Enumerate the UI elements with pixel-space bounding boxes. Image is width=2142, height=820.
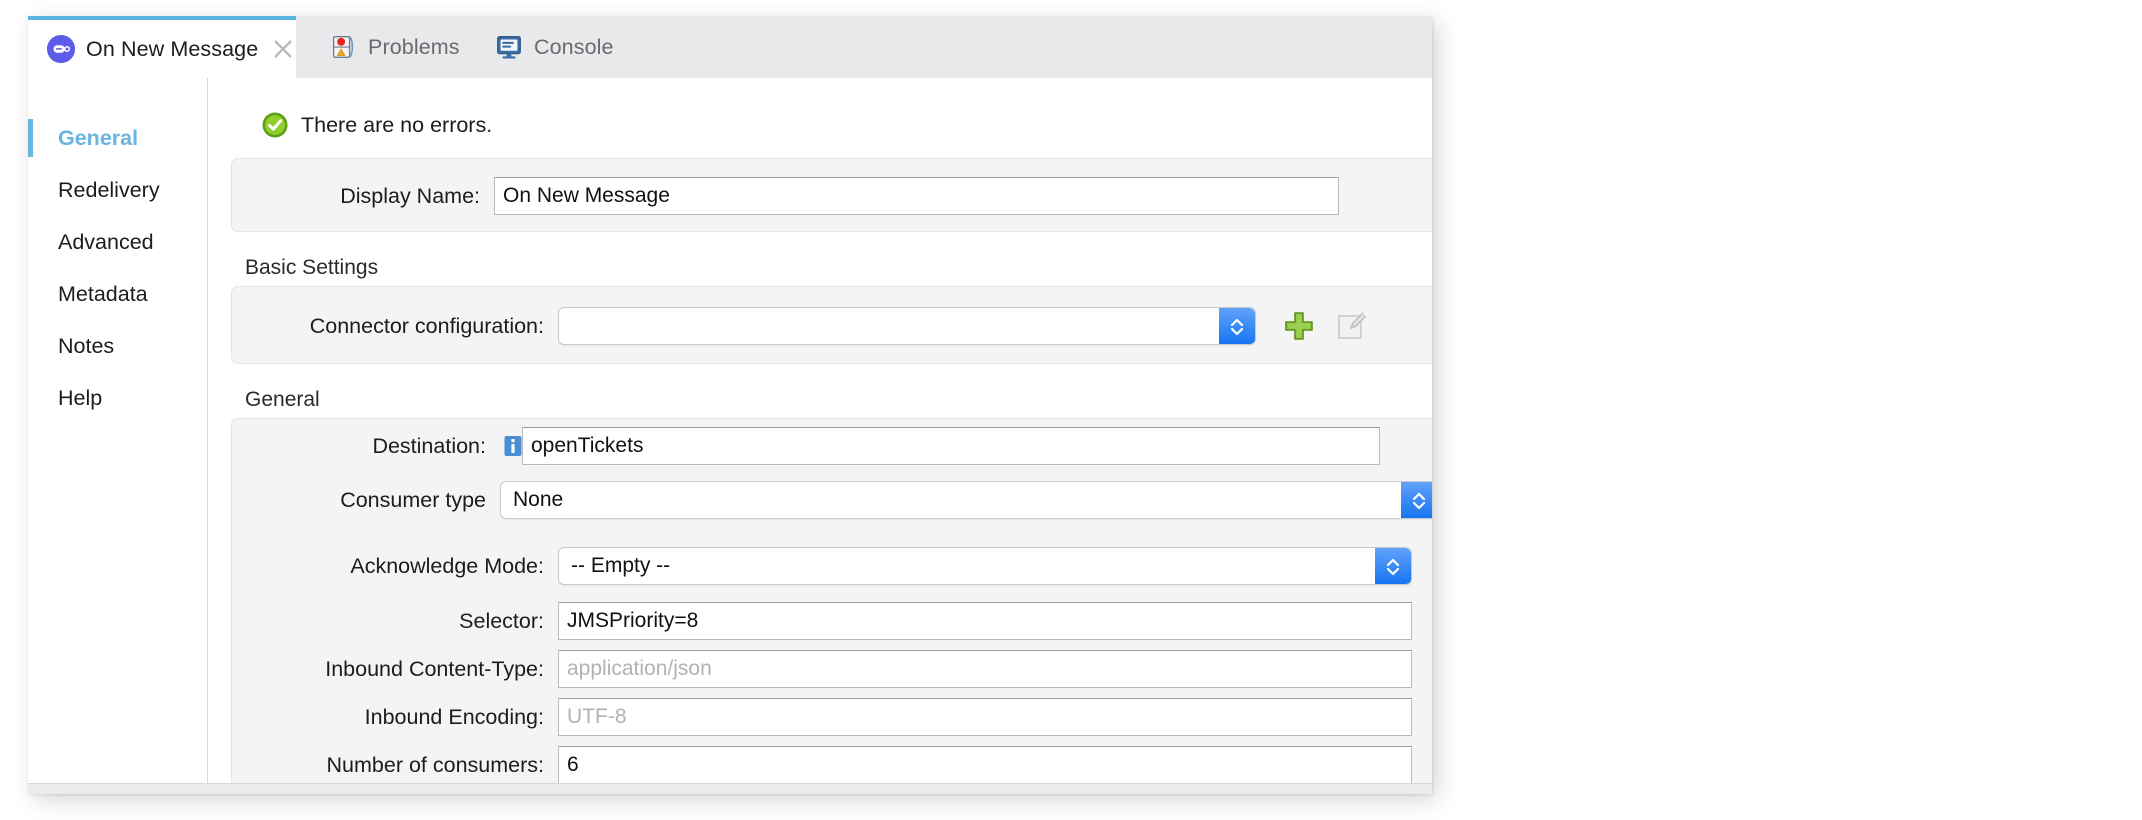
- tab-on-new-message[interactable]: On New Message: [28, 16, 296, 78]
- destination-label: Destination:: [372, 433, 486, 458]
- edit-pencil-icon: [1338, 312, 1367, 339]
- editor-body: General Redelivery Advanced Metadata Not…: [28, 78, 1432, 794]
- chevron-updown-icon[interactable]: [1401, 482, 1432, 518]
- selector-input[interactable]: JMSPriority=8: [558, 602, 1412, 640]
- sidebar-item-help[interactable]: Help: [28, 372, 207, 424]
- sidebar-item-redelivery[interactable]: Redelivery: [28, 164, 207, 216]
- consumer-type-select[interactable]: None: [500, 481, 1432, 519]
- sidebar-item-label: Help: [58, 385, 103, 410]
- destination-input[interactable]: openTickets: [522, 427, 1380, 465]
- number-of-consumers-input[interactable]: 6: [558, 746, 1412, 784]
- number-of-consumers-label: Number of consumers:: [326, 752, 544, 777]
- mule-property-editor-window: On New Message Problems Console General …: [28, 16, 1432, 794]
- validation-status: There are no errors.: [261, 111, 492, 139]
- sidebar-item-label: Metadata: [58, 281, 148, 306]
- inbound-encoding-label: Inbound Encoding:: [364, 704, 544, 729]
- display-name-label: Display Name:: [340, 183, 480, 208]
- property-content-pane: There are no errors. Display Name: On Ne…: [209, 78, 1432, 794]
- general-section-title: General: [245, 388, 320, 411]
- inbound-encoding-input[interactable]: UTF-8: [558, 698, 1412, 736]
- sidebar-item-advanced[interactable]: Advanced: [28, 216, 207, 268]
- tab-label: On New Message: [86, 36, 259, 61]
- connector-configuration-select[interactable]: [558, 307, 1256, 345]
- inbound-content-type-label: Inbound Content-Type:: [325, 656, 544, 681]
- acknowledge-mode-select[interactable]: -- Empty --: [558, 547, 1412, 585]
- tab-label: Console: [534, 34, 614, 59]
- sidebar-item-label: Advanced: [58, 229, 154, 254]
- sidebar-item-label: Redelivery: [58, 177, 160, 202]
- sidebar-item-label: General: [58, 125, 139, 150]
- traffic-light-icon: [332, 36, 354, 58]
- display-name-input[interactable]: On New Message: [494, 177, 1339, 215]
- screenshot-root: On New Message Problems Console General …: [0, 0, 2142, 820]
- tab-problems[interactable]: Problems: [328, 16, 460, 78]
- green-plus-icon[interactable]: [1282, 309, 1316, 343]
- sidebar-item-label: Notes: [58, 333, 115, 358]
- success-check-icon: [262, 112, 288, 138]
- basic-settings-panel: Connector configuration:: [231, 286, 1432, 364]
- acknowledge-mode-label: Acknowledge Mode:: [350, 553, 544, 578]
- chevron-updown-icon[interactable]: [1375, 548, 1411, 584]
- display-name-panel: Display Name: On New Message: [231, 158, 1432, 232]
- property-sidebar: General Redelivery Advanced Metadata Not…: [28, 78, 208, 794]
- consumer-type-label: Consumer type: [340, 487, 486, 512]
- consumer-type-value: None: [513, 488, 564, 511]
- selector-label: Selector:: [459, 608, 544, 633]
- sidebar-item-metadata[interactable]: Metadata: [28, 268, 207, 320]
- chevron-updown-icon[interactable]: [1219, 308, 1255, 344]
- info-icon[interactable]: [504, 435, 522, 457]
- editor-tab-bar: On New Message Problems Console: [28, 16, 1432, 79]
- basic-settings-title: Basic Settings: [245, 256, 379, 279]
- general-panel: Destination: openTickets Consumer type N…: [231, 418, 1432, 788]
- sidebar-item-notes[interactable]: Notes: [28, 320, 207, 372]
- sidebar-item-general[interactable]: General: [28, 112, 207, 164]
- close-icon[interactable]: [272, 38, 294, 60]
- editor-bottom-strip: [28, 783, 1432, 794]
- tab-console[interactable]: Console: [494, 16, 614, 78]
- acknowledge-mode-value: -- Empty --: [571, 554, 671, 577]
- tab-label: Problems: [368, 34, 460, 59]
- status-text: There are no errors.: [301, 112, 493, 137]
- inbound-content-type-input[interactable]: application/json: [558, 650, 1412, 688]
- console-monitor-icon: [497, 36, 521, 59]
- connector-configuration-label: Connector configuration:: [309, 313, 544, 338]
- message-bubble-icon: [46, 34, 76, 64]
